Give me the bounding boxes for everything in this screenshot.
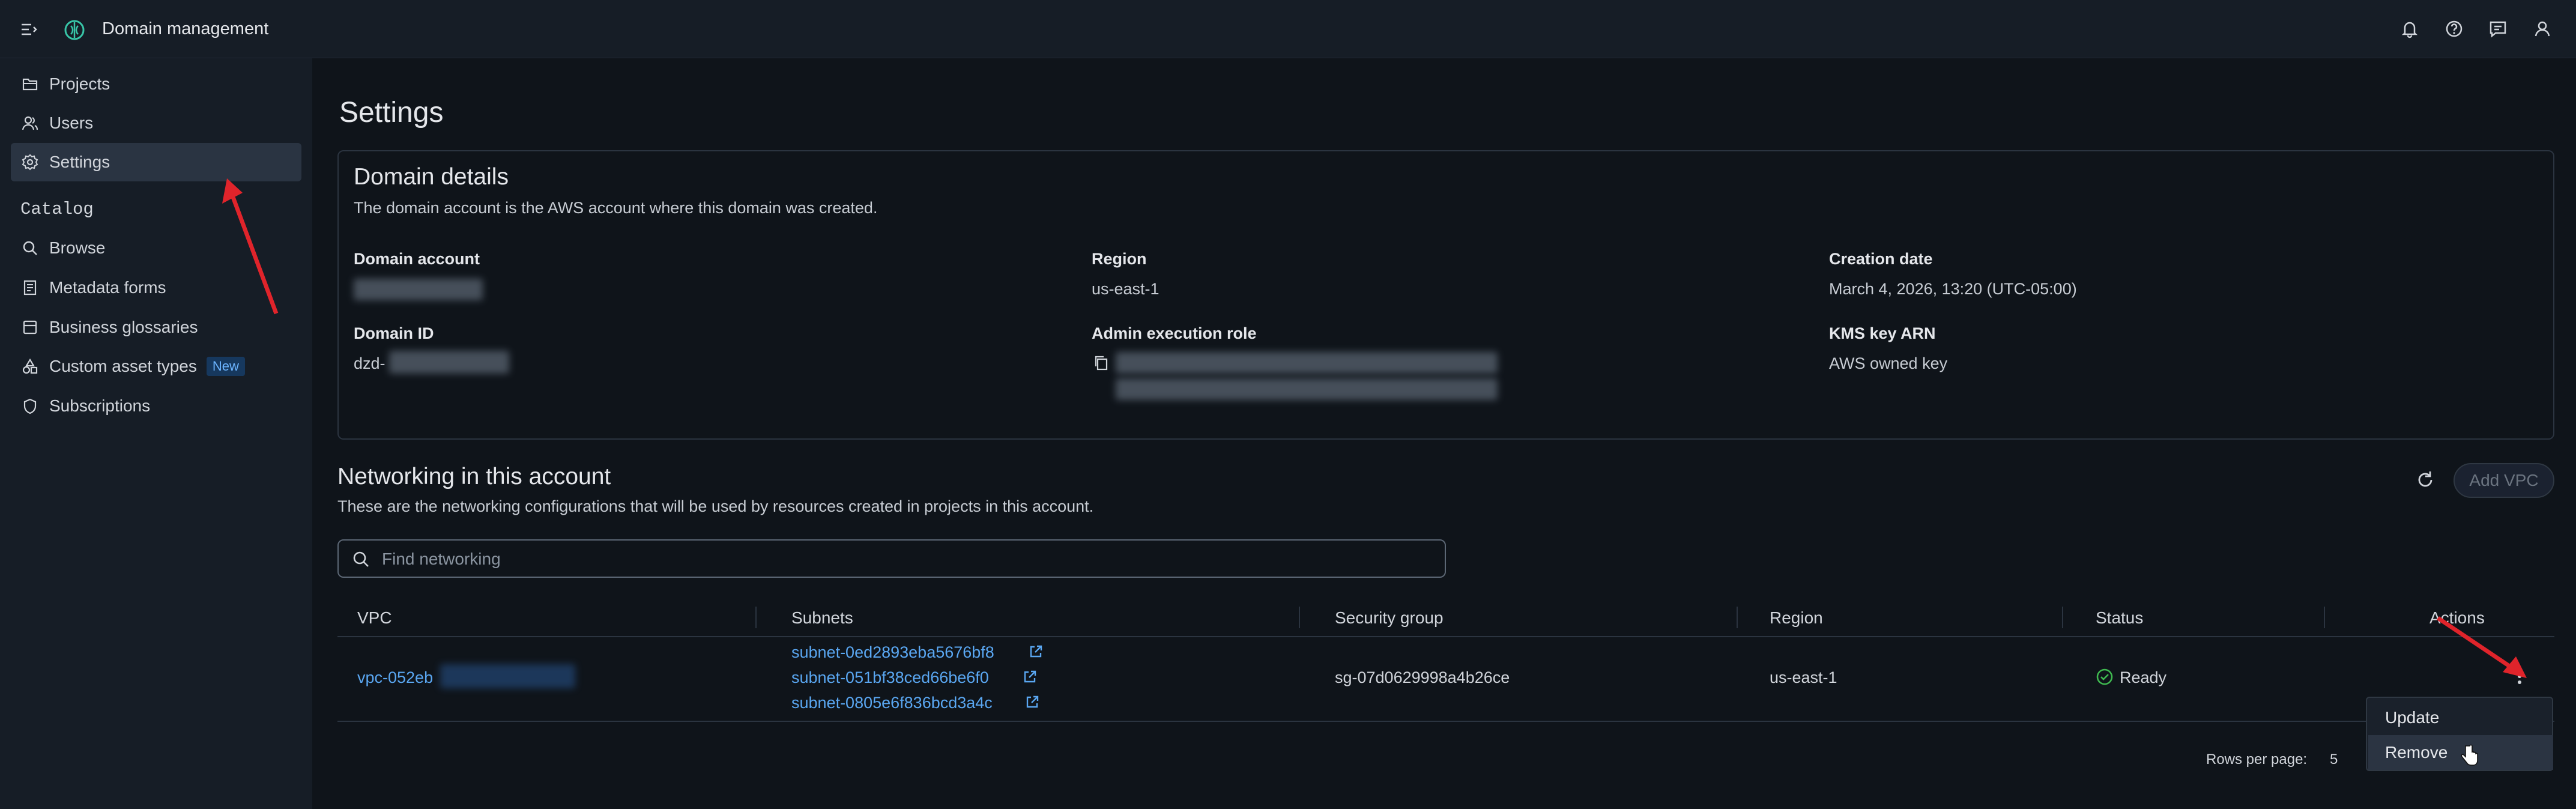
rows-per-page-select[interactable]: 5 bbox=[2330, 751, 2338, 768]
sidebar-item-label: Metadata forms bbox=[49, 278, 166, 297]
form-icon bbox=[23, 280, 37, 295]
top-bar: Domain management bbox=[0, 0, 2576, 58]
menu-item-update[interactable]: Update bbox=[2368, 700, 2553, 735]
networking-description: These are the networking configurations … bbox=[337, 497, 1094, 515]
sidebar-item-subscriptions[interactable]: Subscriptions bbox=[11, 387, 301, 425]
kms-key-arn-label: KMS key ARN bbox=[1829, 324, 1936, 342]
security-group-value: sg-07d0629998a4b26ce bbox=[1335, 668, 1510, 686]
region-value: us-east-1 bbox=[1092, 280, 1160, 298]
table-row-divider bbox=[337, 721, 2554, 722]
sidebar-item-label: Custom asset types bbox=[49, 357, 197, 375]
column-divider bbox=[1299, 607, 1300, 628]
new-badge: New bbox=[206, 357, 245, 376]
external-link-icon bbox=[1026, 695, 1039, 708]
admin-role-redacted-line1 bbox=[1116, 352, 1498, 374]
sidebar-item-label: Browse bbox=[49, 238, 106, 257]
sidebar: Projects Users Settings Catalog Browse M… bbox=[0, 58, 312, 809]
menu-icon[interactable] bbox=[19, 20, 38, 39]
hand-cursor-icon bbox=[2461, 744, 2478, 766]
column-header-security-group[interactable]: Security group bbox=[1335, 608, 1444, 628]
search-icon bbox=[23, 241, 37, 255]
creation-date-value: March 4, 2026, 13:20 (UTC-05:00) bbox=[1829, 280, 2077, 298]
rows-per-page-label: Rows per page: bbox=[2206, 751, 2308, 768]
sidebar-item-custom-asset-types[interactable]: Custom asset types New bbox=[11, 347, 301, 386]
datazone-logo-icon bbox=[64, 20, 85, 40]
folder-icon bbox=[22, 78, 38, 91]
app-title: Domain management bbox=[102, 19, 269, 38]
column-divider bbox=[1737, 607, 1738, 628]
column-divider bbox=[2062, 607, 2063, 628]
page-title: Settings bbox=[339, 97, 444, 129]
domain-account-label: Domain account bbox=[354, 250, 480, 268]
subnet-link-3[interactable]: subnet-0805e6f836bcd3a4c bbox=[791, 694, 993, 712]
status-badge: Ready bbox=[2120, 668, 2167, 686]
search-icon bbox=[353, 551, 369, 567]
column-divider bbox=[2324, 607, 2325, 628]
catalog-section-label: Catalog bbox=[20, 199, 94, 219]
column-header-subnets[interactable]: Subnets bbox=[791, 608, 853, 628]
external-link-icon bbox=[1030, 645, 1042, 658]
copy-icon[interactable] bbox=[1093, 354, 1110, 371]
region-cell: us-east-1 bbox=[1770, 668, 1837, 686]
help-icon[interactable] bbox=[2444, 19, 2464, 39]
vpc-link[interactable]: vpc-052eb bbox=[357, 668, 433, 687]
shapes-icon bbox=[22, 358, 38, 374]
book-icon bbox=[23, 320, 37, 335]
subnet-link-1[interactable]: subnet-0ed2893eba5676bf8 bbox=[791, 643, 994, 662]
gear-icon bbox=[22, 154, 38, 171]
find-networking-search bbox=[337, 539, 1446, 578]
column-divider bbox=[755, 607, 757, 628]
kms-key-arn-value: AWS owned key bbox=[1829, 354, 1948, 372]
feedback-icon[interactable] bbox=[2488, 19, 2508, 39]
admin-role-redacted-line2 bbox=[1116, 378, 1498, 400]
sidebar-item-users[interactable]: Users bbox=[11, 104, 301, 142]
table-header-divider bbox=[337, 636, 2554, 637]
creation-date-label: Creation date bbox=[1829, 250, 1933, 268]
domain-id-value: dzd- bbox=[354, 354, 385, 372]
region-label: Region bbox=[1092, 250, 1147, 268]
sidebar-item-label: Settings bbox=[49, 153, 110, 171]
domain-details-description: The domain account is the AWS account wh… bbox=[354, 199, 878, 217]
column-header-vpc[interactable]: VPC bbox=[357, 608, 392, 628]
subnet-link-2[interactable]: subnet-051bf38ced66be6f0 bbox=[791, 668, 989, 687]
status-check-icon bbox=[2096, 668, 2113, 685]
annotation-arrow-icon bbox=[2437, 616, 2527, 678]
domain-account-redacted bbox=[354, 279, 483, 300]
domain-id-label: Domain ID bbox=[354, 324, 434, 342]
shield-icon bbox=[23, 398, 37, 414]
column-header-region[interactable]: Region bbox=[1770, 608, 1823, 628]
refresh-icon[interactable] bbox=[2414, 469, 2436, 491]
domain-details-heading: Domain details bbox=[354, 164, 509, 190]
search-input[interactable] bbox=[382, 548, 1403, 571]
sidebar-item-label: Projects bbox=[49, 74, 110, 93]
networking-heading: Networking in this account bbox=[337, 464, 611, 489]
sidebar-item-label: Users bbox=[49, 114, 94, 132]
admin-execution-role-label: Admin execution role bbox=[1092, 324, 1257, 342]
notifications-bell-icon[interactable] bbox=[2399, 19, 2420, 39]
add-vpc-button[interactable]: Add VPC bbox=[2454, 463, 2554, 498]
sidebar-item-projects[interactable]: Projects bbox=[11, 65, 301, 103]
sidebar-item-label: Business glossaries bbox=[49, 318, 198, 336]
domain-id-redacted bbox=[389, 351, 509, 374]
column-header-status[interactable]: Status bbox=[2096, 608, 2143, 628]
external-link-icon bbox=[1024, 670, 1036, 683]
vpc-id-redacted bbox=[440, 664, 575, 688]
users-icon bbox=[22, 116, 38, 130]
sidebar-item-label: Subscriptions bbox=[49, 396, 151, 415]
annotation-arrow-icon bbox=[222, 178, 279, 315]
user-profile-icon[interactable] bbox=[2532, 19, 2553, 39]
